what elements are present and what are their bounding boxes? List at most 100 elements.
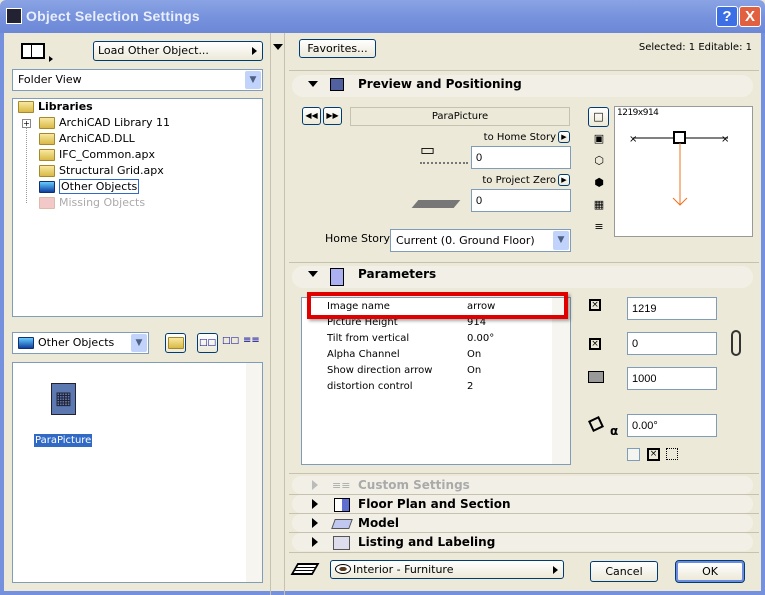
cancel-button[interactable]: Cancel xyxy=(590,561,658,582)
project-zero-elevation-icon xyxy=(411,200,461,208)
object-name-field: ParaPicture xyxy=(350,107,570,126)
rotation-angle-icon xyxy=(588,416,604,432)
section-header-listing[interactable]: Listing and Labeling xyxy=(292,533,753,551)
anchor-none-checkbox[interactable] xyxy=(627,448,640,461)
section-header-parameters[interactable]: Parameters xyxy=(292,266,753,288)
section-header-model[interactable]: Model xyxy=(292,514,753,532)
3d-wireframe-view-icon[interactable]: ⬡ xyxy=(592,154,606,168)
tree-item-disabled: Missing Objects xyxy=(39,195,145,211)
layer-icon xyxy=(290,563,320,575)
anchor-center-checkbox[interactable]: × xyxy=(647,448,660,461)
load-other-object-label: Load Other Object... xyxy=(98,44,209,57)
param-value[interactable]: On xyxy=(467,363,481,379)
folder-select[interactable]: Other Objects ▼ xyxy=(12,332,149,354)
up-folder-button[interactable] xyxy=(165,333,186,353)
tree-item-label: Missing Objects xyxy=(59,196,146,209)
info-view-icon[interactable]: ≡ xyxy=(592,220,606,234)
ok-button[interactable]: OK xyxy=(675,560,745,583)
to-home-story-input[interactable] xyxy=(471,146,571,169)
to-project-zero-input[interactable] xyxy=(471,189,571,212)
listing-icon xyxy=(333,536,350,550)
library-view-menu-icon[interactable] xyxy=(49,56,53,62)
home-story-select[interactable]: Current (0. Ground Floor) ▼ xyxy=(390,229,571,252)
tree-item-label: ArchiCAD.DLL xyxy=(59,132,135,145)
anchor-dotted-checkbox[interactable] xyxy=(666,448,678,460)
section-header-preview[interactable]: Preview and Positioning xyxy=(292,75,753,97)
blue-folder-icon xyxy=(18,337,34,349)
highlight-red-box xyxy=(307,292,568,319)
load-other-object-button[interactable]: Load Other Object... xyxy=(93,41,263,61)
object-browser[interactable]: ▦ ParaPicture xyxy=(12,362,263,583)
folder-icon xyxy=(39,149,55,161)
width-input[interactable] xyxy=(627,297,717,320)
chain-link-icon[interactable] xyxy=(731,330,741,356)
layer-select-button[interactable]: Interior - Furniture xyxy=(330,560,564,579)
panel-menu-icon[interactable] xyxy=(273,44,283,50)
depth-input[interactable] xyxy=(627,332,717,355)
list-view-button[interactable]: ≡≡ xyxy=(243,335,260,346)
section-title: Floor Plan and Section xyxy=(358,497,511,511)
section-title: Model xyxy=(358,516,400,530)
endpoint-x-right: × xyxy=(721,134,729,145)
tree-item[interactable]: IFC_Common.apx xyxy=(39,147,155,163)
small-icons-button[interactable]: □□ xyxy=(222,336,239,346)
app-icon xyxy=(6,8,22,24)
title-bar: Object Selection Settings ? X xyxy=(0,0,765,33)
expand-triangle-icon xyxy=(312,537,318,547)
next-object-button[interactable]: ▶▶ xyxy=(323,107,342,125)
param-value[interactable]: 2 xyxy=(467,379,473,395)
elevation-icon xyxy=(588,371,604,383)
library-tree[interactable]: Libraries + ArchiCAD Library 11 ArchiCAD… xyxy=(12,98,263,317)
3d-shaded-view-icon[interactable]: ⬢ xyxy=(592,176,606,190)
folder-select-value: Other Objects xyxy=(38,336,115,349)
tree-root[interactable]: Libraries xyxy=(18,99,93,115)
param-name[interactable]: Tilt from vertical xyxy=(327,331,409,347)
param-value[interactable]: On xyxy=(467,347,481,363)
submenu-arrow-icon xyxy=(553,566,558,574)
preview-drawing: × × xyxy=(629,131,729,206)
blue-folder-icon xyxy=(39,181,55,193)
param-name[interactable]: distortion control xyxy=(327,379,412,395)
elevation-input[interactable] xyxy=(627,367,717,390)
collapse-triangle-icon xyxy=(308,81,318,87)
window-frame-bottom xyxy=(0,591,765,595)
tree-item-label: ArchiCAD Library 11 xyxy=(59,116,171,129)
large-icons-button[interactable]: □□ xyxy=(197,333,218,353)
expand-triangle-icon xyxy=(312,499,318,509)
endpoint-x-left: × xyxy=(629,134,637,145)
section-title: Listing and Labeling xyxy=(358,535,496,549)
help-button[interactable]: ? xyxy=(716,6,738,27)
angle-input[interactable] xyxy=(627,414,717,437)
param-value[interactable]: 0.00° xyxy=(467,331,494,347)
previous-object-button[interactable]: ◀◀ xyxy=(302,107,321,125)
to-home-story-menu-button[interactable]: ▶ xyxy=(558,131,570,143)
folder-icon xyxy=(39,133,55,145)
hotspot-box xyxy=(673,131,686,144)
tree-item[interactable]: ArchiCAD Library 11 xyxy=(39,115,170,131)
tree-item[interactable]: ArchiCAD.DLL xyxy=(39,131,135,147)
close-button[interactable]: X xyxy=(739,6,761,27)
favorites-button[interactable]: Favorites... xyxy=(299,39,376,58)
object-item-label[interactable]: ParaPicture xyxy=(34,434,93,447)
pane-splitter[interactable] xyxy=(270,33,271,595)
param-name[interactable]: Show direction arrow xyxy=(327,363,432,379)
picture-view-icon[interactable]: ▦ xyxy=(592,198,606,212)
tree-lines xyxy=(26,123,27,203)
tree-item[interactable]: Structural Grid.apx xyxy=(39,163,164,179)
scrollbar[interactable] xyxy=(246,363,262,582)
view-mode-select[interactable]: Folder View ▼ xyxy=(12,69,263,91)
section-view-icon[interactable]: ▣ xyxy=(592,132,606,146)
chevron-down-icon: ▼ xyxy=(245,71,261,89)
library-view-icon[interactable] xyxy=(21,43,45,59)
chair-object-icon[interactable]: ▦ xyxy=(51,383,76,415)
plan-view-button[interactable]: □ xyxy=(588,107,609,127)
section-title: Parameters xyxy=(358,267,437,281)
scrollbar[interactable] xyxy=(552,298,570,464)
folder-icon xyxy=(18,101,34,113)
tree-item-selected[interactable]: Other Objects xyxy=(39,179,140,195)
to-project-zero-menu-button[interactable]: ▶ xyxy=(558,174,570,186)
param-name[interactable]: Alpha Channel xyxy=(327,347,400,363)
section-header-floor-plan[interactable]: Floor Plan and Section xyxy=(292,495,753,513)
view-mode-value: Folder View xyxy=(18,73,82,86)
expand-plus-icon[interactable]: + xyxy=(22,119,31,128)
